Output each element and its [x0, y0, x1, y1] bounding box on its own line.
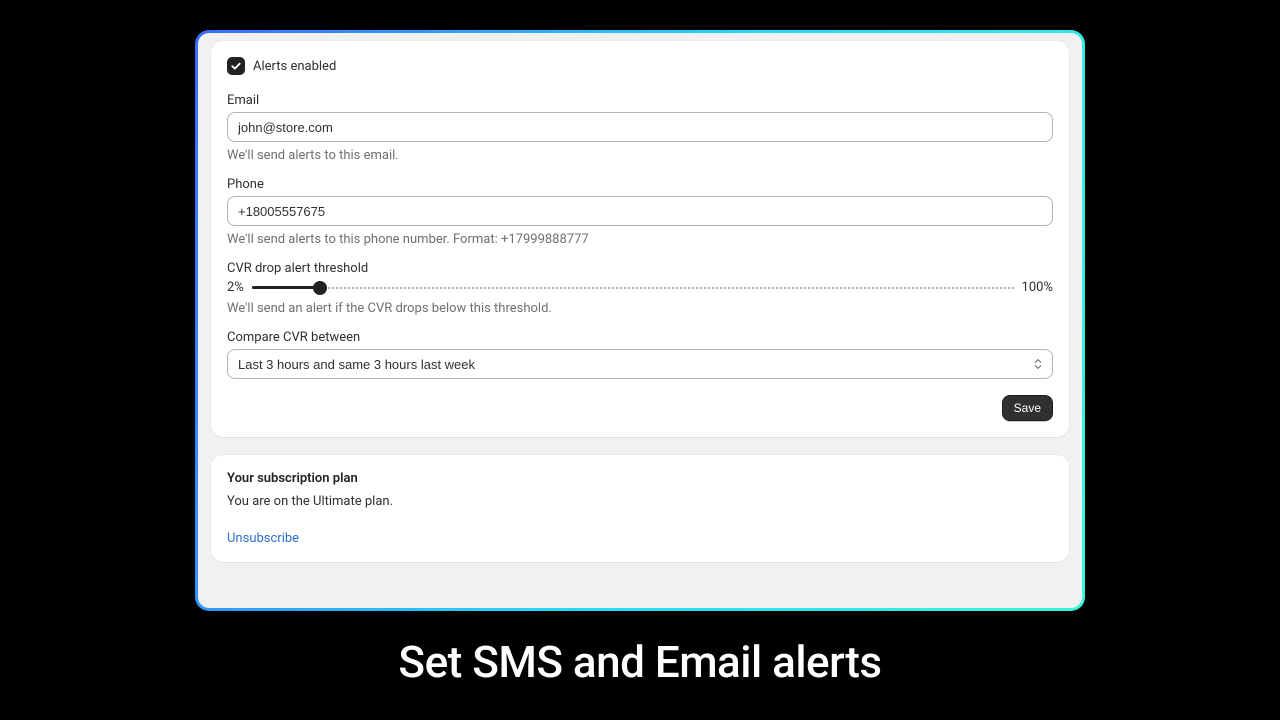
phone-input[interactable] — [227, 196, 1053, 226]
threshold-label: CVR drop alert threshold — [227, 261, 1053, 276]
compare-row: Compare CVR between Last 3 hours and sam… — [227, 330, 1053, 379]
threshold-row: CVR drop alert threshold 2% 100% We'll s… — [227, 261, 1053, 316]
check-icon — [230, 60, 242, 72]
subscription-text: You are on the Ultimate plan. — [227, 494, 1053, 509]
alerts-enabled-label: Alerts enabled — [253, 59, 336, 74]
unsubscribe-link[interactable]: Unsubscribe — [227, 531, 299, 546]
threshold-min-label: 2% — [227, 280, 244, 295]
email-input[interactable] — [227, 112, 1053, 142]
email-row: Email We'll send alerts to this email. — [227, 93, 1053, 163]
threshold-slider-row: 2% 100% — [227, 280, 1053, 295]
phone-help: We'll send alerts to this phone number. … — [227, 232, 1053, 247]
threshold-slider[interactable] — [252, 281, 1014, 295]
compare-select-wrap: Last 3 hours and same 3 hours last week — [227, 349, 1053, 379]
threshold-max-label: 100% — [1022, 280, 1053, 295]
compare-label: Compare CVR between — [227, 330, 1053, 345]
alerts-enabled-checkbox[interactable] — [227, 57, 245, 75]
slider-fill — [252, 286, 321, 289]
email-help: We'll send alerts to this email. — [227, 148, 1053, 163]
alerts-settings-card: Alerts enabled Email We'll send alerts t… — [211, 41, 1069, 437]
phone-row: Phone We'll send alerts to this phone nu… — [227, 177, 1053, 247]
save-button[interactable]: Save — [1002, 395, 1053, 421]
compare-select[interactable]: Last 3 hours and same 3 hours last week — [227, 349, 1053, 379]
threshold-help: We'll send an alert if the CVR drops bel… — [227, 301, 1053, 316]
page-caption: Set SMS and Email alerts — [0, 636, 1280, 688]
subscription-title: Your subscription plan — [227, 471, 1053, 486]
save-row: Save — [227, 395, 1053, 421]
subscription-card: Your subscription plan You are on the Ul… — [211, 455, 1069, 562]
slider-rail — [252, 287, 1014, 289]
app-surface: Alerts enabled Email We'll send alerts t… — [198, 33, 1082, 608]
email-label: Email — [227, 93, 1053, 108]
app-frame: Alerts enabled Email We'll send alerts t… — [195, 30, 1085, 611]
alerts-enabled-row: Alerts enabled — [227, 57, 1053, 75]
slider-thumb[interactable] — [313, 281, 327, 295]
phone-label: Phone — [227, 177, 1053, 192]
